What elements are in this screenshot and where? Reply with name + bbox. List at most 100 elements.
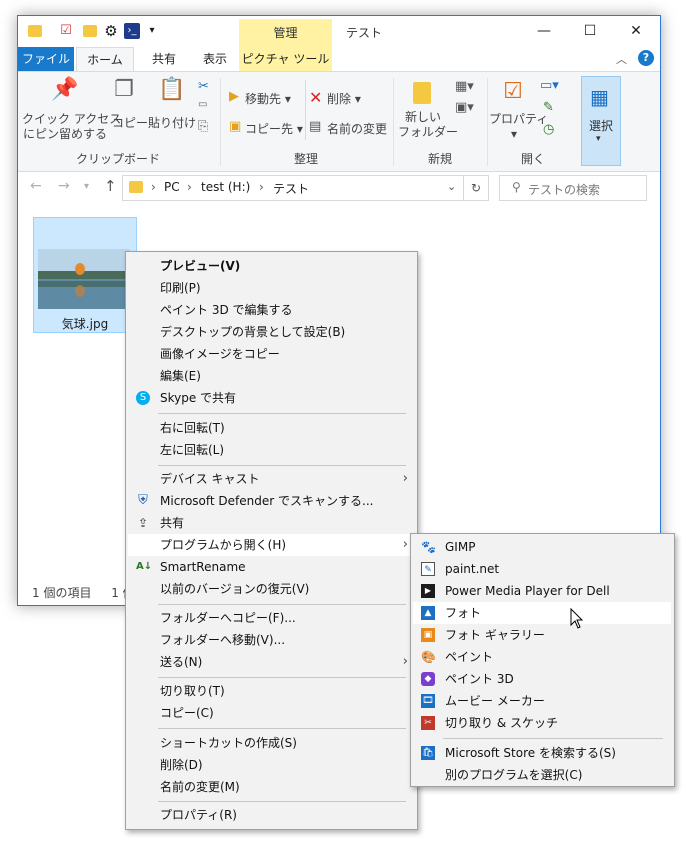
- submenu-item-search-store[interactable]: 🛍 Microsoft Store を検索する(S): [413, 742, 671, 764]
- paste-shortcut-icon[interactable]: ⎘: [198, 119, 208, 134]
- menu-item-properties[interactable]: プロパティ(R): [128, 804, 414, 826]
- new-folder-button[interactable]: 新しい フォルダー: [398, 110, 458, 140]
- delete-label: 削除: [327, 92, 352, 106]
- select-label: 選択: [589, 119, 614, 133]
- menu-item-edit-paint3d[interactable]: ペイント 3D で編集する: [128, 299, 414, 321]
- delete-button[interactable]: 削除 ▾: [327, 90, 361, 107]
- address-bar[interactable]: › PC › test (H:) › テスト ⌄: [122, 175, 464, 201]
- pin-quick-access-button[interactable]: クイック アクセス にピン留めする: [22, 112, 121, 142]
- menu-item-smartrename[interactable]: A↓ SmartRename: [128, 556, 414, 578]
- menu-item-move-to-folder[interactable]: フォルダーへ移動(V)...: [128, 629, 414, 651]
- menu-item-restore-previous[interactable]: 以前のバージョンの復元(V): [128, 578, 414, 600]
- minimize-button[interactable]: —: [521, 16, 567, 47]
- properties-icon: ☑: [503, 79, 523, 104]
- gear-icon[interactable]: ⚙: [103, 23, 119, 39]
- cut-icon[interactable]: ✂: [198, 79, 209, 94]
- folder-icon: [28, 25, 42, 37]
- copy-path-icon[interactable]: ▭: [198, 99, 207, 110]
- menu-item-copy[interactable]: コピー(C): [128, 702, 414, 724]
- tab-share[interactable]: 共有: [136, 47, 192, 71]
- submenu-arrow-icon: ›: [402, 537, 408, 552]
- edit-icon[interactable]: ✎: [543, 100, 554, 115]
- tab-home[interactable]: ホーム: [76, 47, 134, 71]
- paste-button[interactable]: 貼り付け: [148, 114, 196, 131]
- refresh-button[interactable]: ↻: [463, 175, 489, 201]
- menu-item-send-to[interactable]: 送る(N) ›: [128, 651, 414, 673]
- help-icon[interactable]: ?: [638, 50, 654, 66]
- submenu-item-paint3d[interactable]: ◆ ペイント 3D: [413, 668, 671, 690]
- menu-item-copy-to-folder[interactable]: フォルダーへコピー(F)...: [128, 607, 414, 629]
- menu-item-preview[interactable]: プレビュー(V): [128, 255, 414, 277]
- menu-item-rotate-left[interactable]: 左に回転(L): [128, 439, 414, 461]
- copy-to-button[interactable]: コピー先 ▾: [245, 120, 303, 137]
- recent-locations-icon[interactable]: ▾: [84, 181, 89, 192]
- select-dropdown-icon: ▾: [596, 134, 601, 144]
- properties-button[interactable]: プロパティ ▾: [489, 112, 548, 142]
- new-item-icon[interactable]: ▦▾: [455, 79, 474, 94]
- move-to-icon: ▶: [229, 89, 239, 104]
- move-to-label: 移動先: [245, 92, 282, 106]
- submenu-item-photo-gallery[interactable]: ▣ フォト ギャラリー: [413, 624, 671, 646]
- menu-item-create-shortcut[interactable]: ショートカットの作成(S): [128, 732, 414, 754]
- address-dropdown-icon[interactable]: ⌄: [447, 180, 456, 193]
- status-item-count: 1 個の項目: [32, 586, 92, 600]
- new-folder-icon[interactable]: [83, 25, 97, 37]
- copy-to-icon: ▣: [229, 119, 242, 134]
- paint3d-icon: ◆: [421, 672, 435, 686]
- history-icon[interactable]: ◷: [543, 122, 554, 137]
- submenu-item-movie-maker[interactable]: 🎞 ムービー メーカー: [413, 690, 671, 712]
- menu-item-defender-scan[interactable]: ⛨ Microsoft Defender でスキャンする...: [128, 490, 414, 512]
- menu-item-device-cast[interactable]: デバイス キャスト ›: [128, 468, 414, 490]
- select-button[interactable]: ▦ 選択 ▾: [581, 76, 621, 166]
- organize-inner-separator: [305, 80, 306, 140]
- breadcrumb-pc[interactable]: PC: [164, 180, 180, 194]
- rename-button[interactable]: 名前の変更: [327, 120, 387, 137]
- menu-item-copy-image[interactable]: 画像イメージをコピー: [128, 343, 414, 365]
- back-arrow-icon[interactable]: ←: [30, 178, 42, 194]
- quick-access-dropdown-icon[interactable]: ▾: [144, 23, 160, 39]
- move-to-button[interactable]: 移動先 ▾: [245, 90, 291, 107]
- menu-item-open-with[interactable]: プログラムから開く(H) ›: [128, 534, 414, 556]
- search-input[interactable]: ⚲ テストの検索: [499, 175, 647, 201]
- defender-shield-icon: ⛨: [138, 493, 148, 508]
- menu-item-set-desktop-background[interactable]: デスクトップの背景として設定(B): [128, 321, 414, 343]
- menu-item-edit[interactable]: 編集(E): [128, 365, 414, 387]
- open-icon[interactable]: ▭▾: [540, 78, 559, 93]
- menu-item-print[interactable]: 印刷(P): [128, 277, 414, 299]
- submenu-item-gimp[interactable]: 🐾 GIMP: [413, 536, 671, 558]
- menu-item-rotate-right[interactable]: 右に回転(T): [128, 417, 414, 439]
- tab-file[interactable]: ファイル: [18, 47, 74, 71]
- copy-to-label: コピー先: [245, 122, 294, 136]
- powershell-icon[interactable]: ›_: [124, 23, 140, 39]
- submenu-item-paint[interactable]: 🎨 ペイント: [413, 646, 671, 668]
- copy-button[interactable]: コピー: [112, 114, 148, 131]
- paste-icon: 📋: [158, 77, 186, 102]
- menu-item-skype-share[interactable]: S Skype で共有: [128, 387, 414, 409]
- tab-view[interactable]: 表示: [192, 47, 238, 71]
- forward-arrow-icon[interactable]: →: [58, 178, 70, 194]
- submenu-item-power-media-player[interactable]: ▶ Power Media Player for Dell: [413, 580, 671, 602]
- title-bar: ☑ ⚙ ›_ ▾ 管理 テスト — ☐ ✕: [18, 16, 660, 47]
- properties-check-icon[interactable]: ☑: [58, 23, 74, 39]
- menu-item-cut[interactable]: 切り取り(T): [128, 680, 414, 702]
- menu-separator: [158, 801, 406, 802]
- breadcrumb-drive[interactable]: test (H:): [201, 180, 250, 194]
- file-item[interactable]: 気球.jpg: [33, 217, 137, 333]
- menu-item-share[interactable]: ⇪ 共有: [128, 512, 414, 534]
- pin-label-line2: にピン留めする: [22, 127, 107, 141]
- submenu-item-paintnet[interactable]: ✎ paint.net: [413, 558, 671, 580]
- menu-item-rename[interactable]: 名前の変更(M): [128, 776, 414, 798]
- close-button[interactable]: ✕: [613, 16, 659, 47]
- submenu-item-photos[interactable]: ▲ フォト: [413, 602, 671, 624]
- movie-maker-icon: 🎞: [421, 694, 435, 708]
- up-arrow-icon[interactable]: ↑: [104, 177, 117, 195]
- menu-item-delete[interactable]: 削除(D): [128, 754, 414, 776]
- submenu-arrow-icon: ›: [402, 654, 408, 669]
- easy-access-icon[interactable]: ▣▾: [455, 100, 474, 115]
- maximize-button[interactable]: ☐: [567, 16, 613, 47]
- breadcrumb-current[interactable]: テスト: [273, 180, 309, 197]
- submenu-item-snip-sketch[interactable]: ✂ 切り取り & スケッチ: [413, 712, 671, 734]
- submenu-item-choose-another[interactable]: 別のプログラムを選択(C): [413, 764, 671, 786]
- tab-picture-tools[interactable]: ピクチャ ツール: [239, 47, 332, 71]
- collapse-ribbon-icon[interactable]: ︿: [616, 51, 627, 67]
